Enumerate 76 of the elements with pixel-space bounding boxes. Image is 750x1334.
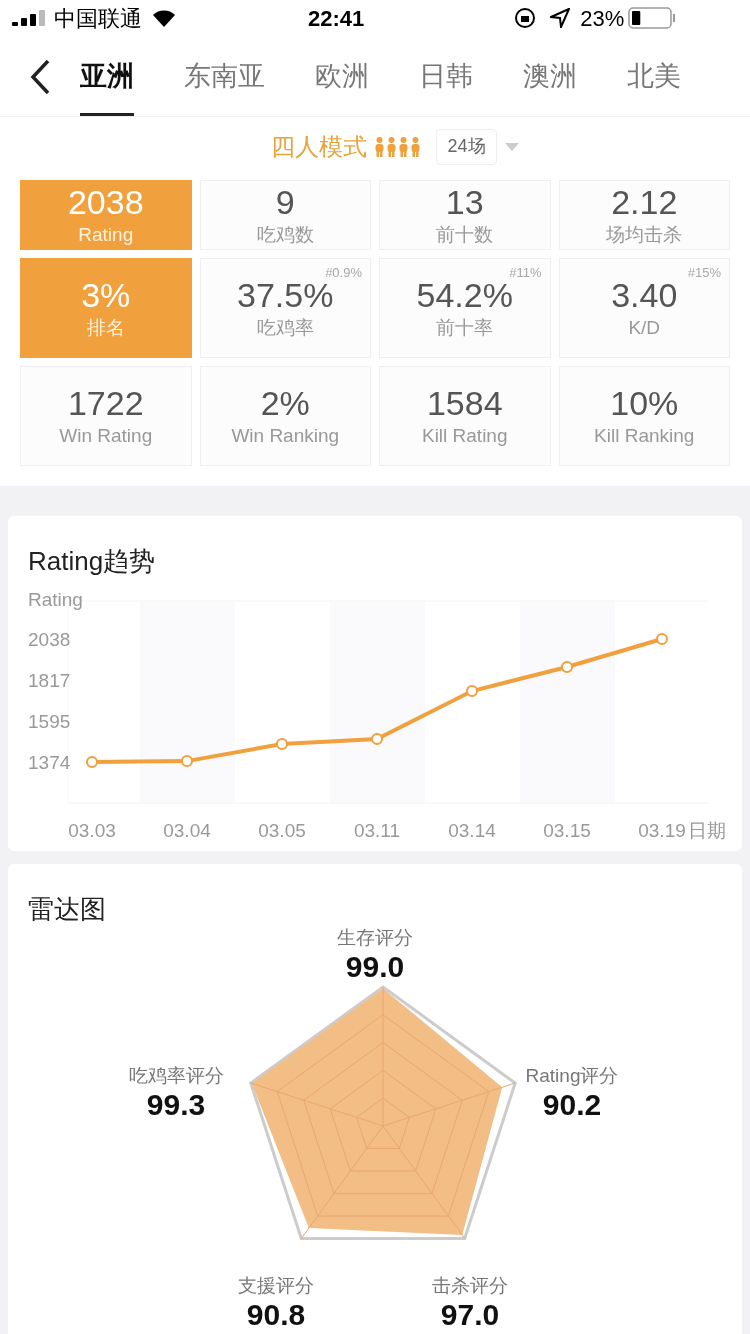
tick-label: 03.19: [638, 820, 686, 841]
stat-label: Kill Ranking: [594, 424, 695, 448]
person-icon: [375, 136, 385, 157]
stat-label: 排名: [86, 316, 125, 340]
stat-value: 10%: [610, 383, 679, 423]
tick-label: 1817: [28, 669, 71, 691]
battery-icon: [628, 7, 677, 30]
wifi-icon: [152, 9, 176, 28]
tick-label: 2038: [28, 629, 71, 650]
data-point: [86, 756, 98, 769]
region-tab[interactable]: 东南亚: [184, 36, 265, 117]
score-value: 99.0: [345, 950, 405, 984]
score-value: 99.3: [146, 1088, 206, 1122]
stat-label: Rating: [78, 223, 134, 247]
axis-label: 支援评分: [238, 1274, 314, 1298]
stat-value: 1584: [426, 383, 503, 423]
data-point: [371, 733, 383, 746]
tick-label: 03.04: [163, 820, 211, 841]
back-icon: [30, 58, 50, 95]
axis-label: 吃鸡率评分: [128, 1064, 224, 1088]
stat-label: K/D: [628, 316, 661, 340]
person-icon: [399, 136, 409, 157]
axis-label: 击杀评分: [432, 1274, 508, 1298]
stat-value: 3.40: [611, 275, 678, 315]
region-tab[interactable]: 日韩: [419, 36, 473, 117]
stat-value: 2038: [67, 182, 144, 222]
tick-label: 03.11: [353, 820, 401, 841]
data-point: [466, 685, 478, 698]
tick-label: 1374: [28, 752, 71, 774]
location-icon: [550, 8, 571, 29]
stat-value: 13: [445, 182, 484, 222]
card-title: 雷达图: [28, 893, 106, 926]
stat-value: 2.12: [611, 182, 678, 222]
signal-icon: [12, 10, 48, 27]
score-value: 90.8: [246, 1298, 306, 1332]
stat-label: 场均击杀: [606, 223, 683, 247]
card-title: Rating趋势: [28, 546, 157, 576]
data-point: [561, 661, 573, 673]
region-tab[interactable]: 北美: [627, 36, 681, 117]
tick-label: 03.05: [258, 820, 306, 841]
stat-label: 吃鸡率: [256, 316, 314, 340]
mode-label: 四人模式: [271, 131, 368, 162]
stat-value: 3%: [81, 275, 131, 315]
axis-title: Rating: [28, 589, 83, 610]
score-value: 90.2: [542, 1088, 602, 1122]
rotation-lock-icon: [514, 7, 537, 30]
axis-label: Rating评分: [525, 1064, 619, 1088]
person-icon: [387, 136, 397, 157]
tick-label: 03.15: [543, 820, 591, 841]
data-point: [276, 738, 288, 751]
stat-label: Kill Rating: [421, 424, 508, 448]
axis-label: 生存评分: [337, 926, 413, 950]
region-tab[interactable]: 欧洲: [315, 36, 369, 117]
stat-label: 前十数: [436, 223, 494, 247]
score-value: 97.0: [440, 1298, 500, 1332]
carrier: 中国联通: [54, 4, 142, 33]
axis-title: 日期: [688, 820, 726, 841]
region-tab[interactable]: 澳洲: [523, 36, 577, 117]
tick-label: 1595: [28, 711, 71, 733]
stat-label: Win Ranking: [231, 424, 340, 448]
stat-label: 前十率: [436, 316, 494, 340]
stat-label: 吃鸡数: [256, 223, 314, 247]
data-point: [181, 755, 193, 768]
clock: 22:41: [308, 4, 365, 33]
person-icon: [411, 136, 421, 157]
match-count-dropdown[interactable]: 24场: [436, 128, 497, 165]
caret-icon: [504, 142, 519, 151]
battery-percent: 23%: [580, 4, 625, 33]
stat-value: 2%: [260, 383, 310, 423]
rank-note: #15%: [687, 264, 721, 282]
tick-label: 03.03: [68, 820, 116, 841]
stat-value: 9: [275, 182, 295, 222]
data-point: [656, 633, 668, 645]
stat-value: 1722: [67, 383, 144, 423]
stat-label: Win Rating: [59, 424, 153, 448]
tick-label: 03.14: [448, 820, 496, 841]
